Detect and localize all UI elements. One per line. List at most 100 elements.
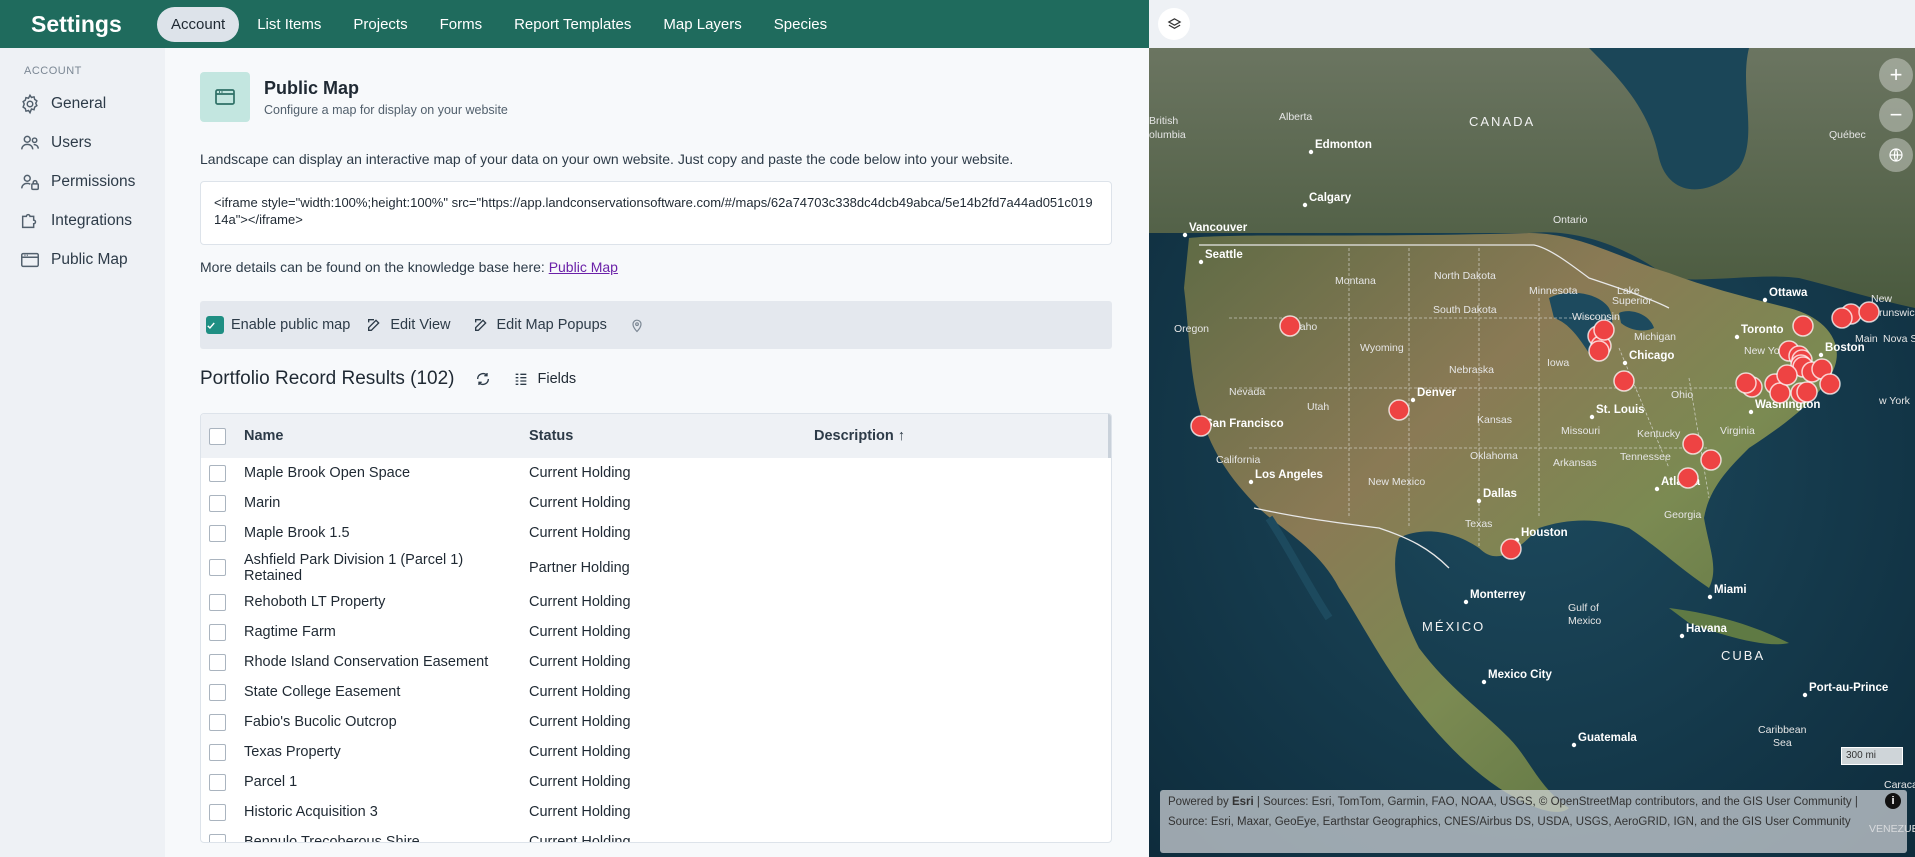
map-label: North Dakota xyxy=(1434,270,1496,282)
tab-map-layers[interactable]: Map Layers xyxy=(649,7,755,42)
embed-code-box[interactable]: <iframe style="width:100%;height:100%" s… xyxy=(200,181,1112,245)
map-marker[interactable] xyxy=(1588,340,1610,362)
fields-button[interactable]: Fields xyxy=(513,371,576,387)
table-row[interactable]: Historic Acquisition 3 Current Holding xyxy=(201,797,1111,827)
tab-account[interactable]: Account xyxy=(157,6,240,42)
row-checkbox[interactable] xyxy=(209,773,226,791)
city-dot xyxy=(1463,599,1469,605)
sidebar-item-general[interactable]: General xyxy=(0,84,165,123)
map-label: Texas xyxy=(1465,518,1492,530)
map-pin-button[interactable] xyxy=(629,317,653,334)
table-row[interactable]: Parcel 1 Current Holding xyxy=(201,767,1111,797)
row-checkbox[interactable] xyxy=(209,803,226,821)
row-name: Rhode Island Conservation Easement xyxy=(244,654,489,670)
edit-map-popups-button[interactable]: Edit Map Popups xyxy=(473,317,607,333)
sidebar-item-permissions[interactable]: Permissions xyxy=(0,162,165,201)
column-header-description[interactable]: Description ↑ xyxy=(814,428,905,444)
map-marker[interactable] xyxy=(1593,319,1615,341)
row-checkbox[interactable] xyxy=(209,833,226,842)
row-status: Current Holding xyxy=(529,744,631,760)
tab-projects[interactable]: Projects xyxy=(339,7,421,42)
sidebar-item-public-map[interactable]: Public Map xyxy=(0,240,165,279)
map-marker[interactable] xyxy=(1279,315,1301,337)
sort-arrow-icon: ↑ xyxy=(897,428,906,444)
city-dot xyxy=(1734,334,1740,340)
table-row[interactable]: Rehoboth LT Property Current Holding xyxy=(201,587,1111,617)
table-row[interactable]: State College Easement Current Holding xyxy=(201,677,1111,707)
city-dot xyxy=(1248,479,1254,485)
city-dot xyxy=(1476,498,1482,504)
city-dot xyxy=(1302,202,1308,208)
map-label: Utah xyxy=(1307,401,1329,413)
map-view[interactable]: CANADA Alberta British olumbia Edmonton Calga… xyxy=(1149,48,1915,857)
row-checkbox[interactable] xyxy=(209,623,226,641)
map-marker[interactable] xyxy=(1792,315,1814,337)
refresh-icon[interactable] xyxy=(475,371,491,387)
map-marker[interactable] xyxy=(1735,372,1757,394)
row-status: Current Holding xyxy=(529,624,631,640)
column-header-status[interactable]: Status xyxy=(529,428,814,444)
map-label: Virginia xyxy=(1720,425,1755,437)
zoom-in-button[interactable]: + xyxy=(1879,58,1913,92)
globe-button[interactable] xyxy=(1879,138,1913,172)
map-marker[interactable] xyxy=(1831,307,1853,329)
layers-button[interactable] xyxy=(1158,8,1190,40)
knowledge-base-prefix: More details can be found on the knowled… xyxy=(200,259,549,275)
table-row[interactable]: Maple Brook Open Space Current Holding xyxy=(201,458,1111,488)
table-header: Name Status Description ↑ xyxy=(201,414,1111,458)
info-icon[interactable]: i xyxy=(1885,793,1901,809)
map-marker[interactable] xyxy=(1796,381,1818,403)
public-map-link[interactable]: Public Map xyxy=(549,259,618,275)
row-status: Current Holding xyxy=(529,495,631,511)
row-checkbox[interactable] xyxy=(209,713,226,731)
city-dot xyxy=(1198,259,1204,265)
row-checkbox[interactable] xyxy=(209,524,226,542)
sidebar-item-label: Permissions xyxy=(51,172,136,190)
row-status: Current Holding xyxy=(529,654,631,670)
map-marker[interactable] xyxy=(1776,364,1798,386)
map-marker[interactable] xyxy=(1677,467,1699,489)
tab-list-items[interactable]: List Items xyxy=(243,7,335,42)
table-row[interactable]: Marin Current Holding xyxy=(201,488,1111,518)
zoom-out-button[interactable]: − xyxy=(1879,98,1913,132)
map-label: California xyxy=(1216,454,1261,466)
map-label: New Mexico xyxy=(1368,476,1425,488)
satellite-map[interactable]: CANADA Alberta British olumbia Edmonton Calga… xyxy=(1149,48,1915,857)
table-row[interactable]: Ragtime Farm Current Holding xyxy=(201,617,1111,647)
sidebar-item-integrations[interactable]: Integrations xyxy=(0,201,165,240)
table-row[interactable]: Texas Property Current Holding xyxy=(201,737,1111,767)
row-checkbox[interactable] xyxy=(209,743,226,761)
map-toolbar: Enable public map Edit View Edit Map Pop… xyxy=(200,301,1112,349)
edit-view-button[interactable]: Edit View xyxy=(366,317,451,333)
table-row[interactable]: Bennulo Trecoberous Shire Current Holding xyxy=(201,827,1111,842)
table-row[interactable]: Rhode Island Conservation Easement Curren… xyxy=(201,647,1111,677)
tab-report-templates[interactable]: Report Templates xyxy=(500,7,645,42)
table-row[interactable]: Ashfield Park Division 1 (Parcel 1) Reta… xyxy=(201,548,1111,587)
map-marker[interactable] xyxy=(1613,370,1635,392)
city-dot xyxy=(1410,397,1416,403)
map-marker[interactable] xyxy=(1682,433,1704,455)
row-checkbox[interactable] xyxy=(209,653,226,671)
table-row[interactable]: Fabio's Bucolic Outcrop Current Holding xyxy=(201,707,1111,737)
map-marker[interactable] xyxy=(1819,373,1841,395)
table-row[interactable]: Maple Brook 1.5 Current Holding xyxy=(201,518,1111,548)
attribution-brand: Esri xyxy=(1231,796,1254,808)
checkbox-checked-icon[interactable] xyxy=(206,316,224,334)
row-checkbox[interactable] xyxy=(209,559,226,576)
row-checkbox[interactable] xyxy=(209,683,226,701)
row-checkbox[interactable] xyxy=(209,494,226,512)
tab-forms[interactable]: Forms xyxy=(426,7,497,42)
select-all-checkbox[interactable] xyxy=(209,427,226,445)
row-checkbox[interactable] xyxy=(209,464,226,482)
column-header-name[interactable]: Name xyxy=(244,428,529,444)
map-marker[interactable] xyxy=(1500,538,1522,560)
map-marker[interactable] xyxy=(1190,415,1212,437)
tab-species[interactable]: Species xyxy=(760,7,841,42)
map-marker[interactable] xyxy=(1700,449,1722,471)
map-marker[interactable] xyxy=(1388,399,1410,421)
map-marker[interactable] xyxy=(1769,382,1791,404)
row-checkbox[interactable] xyxy=(209,593,226,611)
sidebar-item-users[interactable]: Users xyxy=(0,123,165,162)
enable-public-map-toggle[interactable]: Enable public map xyxy=(206,316,350,334)
map-marker[interactable] xyxy=(1858,301,1880,323)
